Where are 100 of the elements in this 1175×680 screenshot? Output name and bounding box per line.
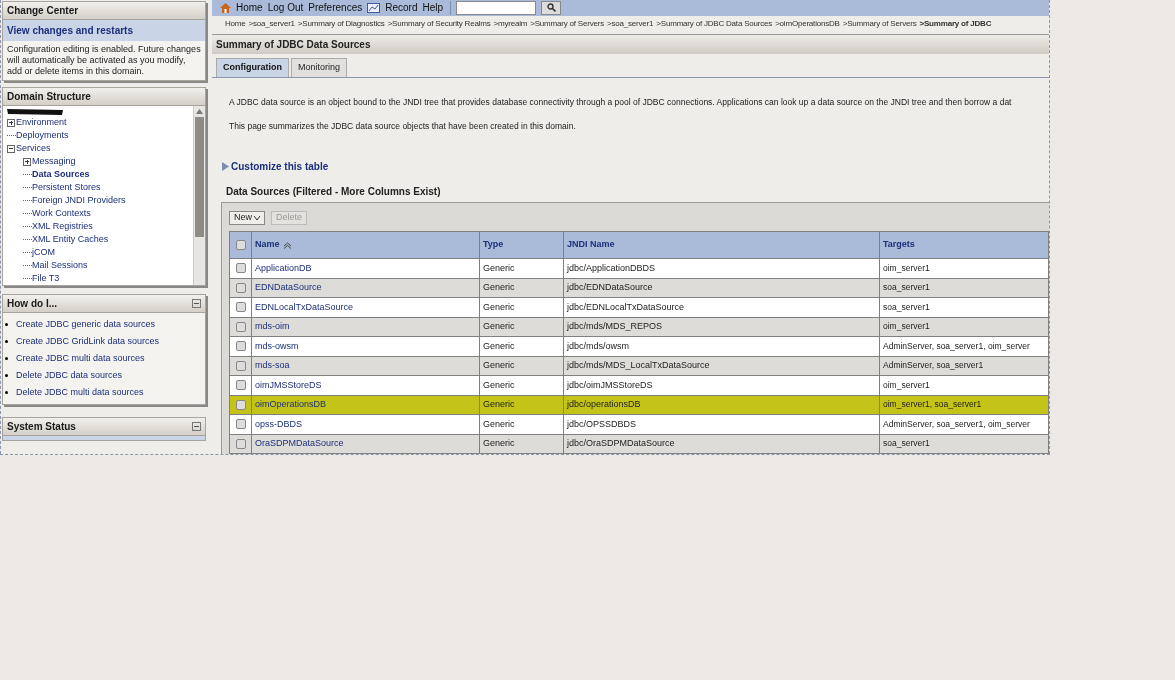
tree-item[interactable]: Mail Sessions <box>32 258 88 273</box>
panel-title: How do I... <box>7 297 57 311</box>
checkbox[interactable] <box>235 263 246 274</box>
scroll-up-icon[interactable] <box>196 109 203 114</box>
table-cell: Generic <box>483 379 515 390</box>
search-field[interactable] <box>456 0 537 15</box>
name-link[interactable]: OraSDPMDataSource <box>255 438 344 448</box>
toolbar-link[interactable]: Help <box>422 0 444 16</box>
table-row[interactable]: oimOperationsDB Generic jdbc/operationsDB oim_server1, soa_server1 <box>229 395 1049 415</box>
checkbox[interactable] <box>235 360 246 371</box>
tree-item[interactable]: Work Contexts <box>32 206 91 221</box>
breadcrumb-link[interactable]: Home <box>225 18 246 31</box>
table-row[interactable]: ApplicationDB Generic jdbc/ApplicationDBDS oim_server1 <box>229 258 1049 278</box>
name-link[interactable]: ApplicationDB <box>255 262 312 273</box>
expand-icon[interactable] <box>7 118 15 127</box>
breadcrumb-link[interactable]: >soa_server1 <box>248 18 295 31</box>
tree-item[interactable]: XML Registries <box>32 219 93 234</box>
tree-item[interactable]: jCOM <box>32 245 55 260</box>
table-cell: Generic <box>483 360 515 370</box>
table-cell: Generic <box>483 301 515 312</box>
checkbox[interactable] <box>235 240 246 250</box>
breadcrumb-link[interactable]: >myrealm <box>493 18 528 31</box>
toolbar-link[interactable]: Record <box>385 0 418 16</box>
panel-title: Domain Structure <box>7 90 91 104</box>
breadcrumb-link[interactable]: >soa_server1 <box>607 18 654 31</box>
search-button[interactable] <box>541 0 562 15</box>
tree-item[interactable]: Persistent Stores <box>32 180 101 195</box>
page-title: Summary of JDBC Data Sources <box>216 38 371 53</box>
breadcrumb-link[interactable]: >Summary of JDBC Data Sources <box>656 18 773 31</box>
tree-item[interactable]: XML Entity Caches <box>32 232 109 247</box>
checkbox[interactable] <box>235 419 246 430</box>
how-to-link[interactable]: Delete JDBC data sources <box>16 368 123 383</box>
description-text: A JDBC data source is an object bound to the JNDI tree that provides database connectivity through a pool of JDBC connections. Applications can look up a data source on the JNDI tree and then borrow a dat <box>229 95 1013 109</box>
checkbox[interactable] <box>235 399 246 410</box>
column-header[interactable]: Name <box>255 238 280 252</box>
breadcrumb-link[interactable]: >Summary of Servers <box>842 18 917 31</box>
table-row[interactable]: EDNLocalTxDataSource Generic jdbc/EDNLocalTxDataSource soa_server1 <box>229 297 1049 317</box>
scrollbar[interactable] <box>193 106 205 285</box>
toolbar-link[interactable]: Log Out <box>267 0 304 16</box>
name-link[interactable]: mds-owsm <box>255 340 299 351</box>
toolbar-link[interactable]: Home <box>236 0 263 16</box>
new-button[interactable]: New <box>229 211 265 225</box>
table-title: Data Sources (Filtered - More Columns Exist) <box>225 185 442 199</box>
breadcrumb-link[interactable]: >Summary of JDBC <box>919 18 992 31</box>
table-cell: jdbc/OraSDPMDataSource <box>567 438 675 448</box>
how-to-link[interactable]: Create JDBC multi data sources <box>16 351 145 366</box>
tree-item[interactable]: File T3 <box>32 271 60 286</box>
checkbox[interactable] <box>235 438 246 449</box>
tree-item[interactable]: Deployments <box>16 128 69 143</box>
sort-icon[interactable] <box>282 241 292 249</box>
view-changes-link[interactable]: View changes and restarts <box>3 20 205 41</box>
tree-item[interactable]: Services <box>16 141 51 156</box>
collapse-icon[interactable] <box>192 299 201 308</box>
collapse-icon[interactable] <box>192 422 201 431</box>
checkbox[interactable] <box>235 282 246 293</box>
name-link[interactable]: EDNDataSource <box>255 282 322 292</box>
how-to-link[interactable]: Create JDBC generic data sources <box>16 317 156 332</box>
table-row[interactable]: opss-DBDS Generic jdbc/OPSSDBDS AdminServer, soa_server1, oim_server <box>229 414 1049 434</box>
table-row[interactable]: oimJMSStoreDS Generic jdbc/oimJMSStoreDS oim_server1 <box>229 375 1049 395</box>
table-row[interactable]: mds-oim Generic jdbc/mds/MDS_REPOS oim_server1 <box>229 317 1049 337</box>
edit-status-message: Configuration editing is enabled. Future changes will automatically be activated as you modify, add or delete items in this domain. <box>6 43 202 78</box>
table-row[interactable]: mds-owsm Generic jdbc/mds/owsm AdminServer, soa_server1, oim_server <box>229 336 1049 356</box>
column-header[interactable]: JNDI Name <box>567 238 615 252</box>
home-icon <box>220 2 231 13</box>
checkbox[interactable] <box>235 302 246 313</box>
checkbox[interactable] <box>235 380 246 391</box>
tab[interactable]: Monitoring <box>291 57 348 77</box>
table-row[interactable]: mds-soa Generic jdbc/mds/MDS_LocalTxDataSource AdminServer, soa_server1 <box>229 356 1049 376</box>
search-icon <box>546 3 556 13</box>
table-row[interactable]: OraSDPMDataSource Generic jdbc/OraSDPMDataSource soa_server1 <box>229 434 1049 454</box>
expand-icon[interactable] <box>23 157 31 166</box>
tree-item[interactable]: Data Sources <box>32 167 90 182</box>
column-header[interactable]: Targets <box>883 238 915 252</box>
tree-item[interactable]: Environment <box>16 115 67 130</box>
tree-item[interactable]: Messaging <box>32 154 76 169</box>
tree-item[interactable]: Foreign JNDI Providers <box>32 193 126 208</box>
name-link[interactable]: mds-oim <box>255 321 290 331</box>
name-link[interactable]: opss-DBDS <box>255 418 302 429</box>
name-link[interactable]: oimOperationsDB <box>255 399 327 409</box>
table-row[interactable]: EDNDataSource Generic jdbc/EDNDataSource soa_server1 <box>229 278 1049 298</box>
table-cell: AdminServer, soa_server1 <box>883 360 984 370</box>
checkbox[interactable] <box>235 341 246 352</box>
collapse-icon[interactable] <box>7 144 15 153</box>
column-header[interactable]: Type <box>483 238 504 252</box>
breadcrumb-link[interactable]: >oimOperationsDB <box>775 18 840 31</box>
how-to-link[interactable]: Create JDBC GridLink data sources <box>16 334 160 349</box>
how-to-link[interactable]: Delete JDBC multi data sources <box>16 385 144 400</box>
table-cell: AdminServer, soa_server1, oim_server <box>883 340 1030 351</box>
breadcrumb-link[interactable]: >Summary of Diagnostics <box>297 18 385 31</box>
name-link[interactable]: oimJMSStoreDS <box>255 379 322 390</box>
table-cell: jdbc/EDNDataSource <box>567 282 653 292</box>
breadcrumb-link[interactable]: >Summary of Servers <box>530 18 604 31</box>
tab[interactable]: Configuration <box>216 57 289 77</box>
customize-table-link[interactable]: Customize this table <box>231 159 329 174</box>
breadcrumb-link[interactable]: >Summary of Security Realms <box>387 18 491 31</box>
table-cell: jdbc/OPSSDBDS <box>567 418 637 429</box>
name-link[interactable]: mds-soa <box>255 360 290 370</box>
expand-arrow-icon[interactable] <box>222 162 229 171</box>
toolbar-link[interactable]: Preferences <box>308 0 363 16</box>
checkbox[interactable] <box>235 321 246 332</box>
